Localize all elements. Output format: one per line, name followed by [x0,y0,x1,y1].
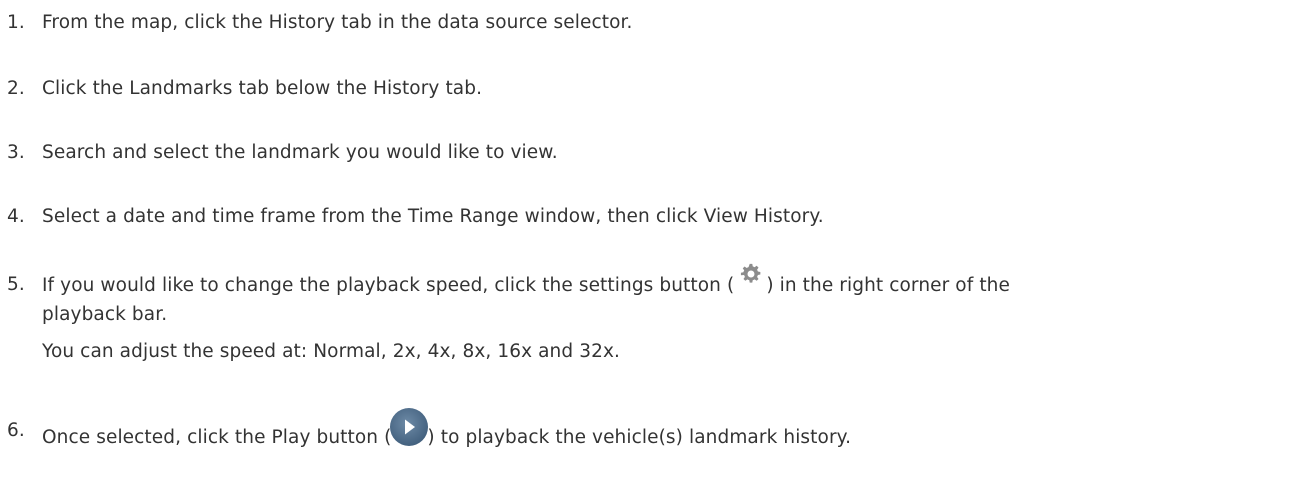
step-number: 4. [7,206,25,227]
play-button-icon [389,407,429,447]
step-text-after-icon: ) in the right corner of the [766,275,1010,296]
step-number: 2. [7,78,25,99]
step-number: 5. [7,274,25,295]
step-text-before-icon: If you would like to change the playback… [42,275,735,296]
step-text: Click the Landmarks tab below the Histor… [42,78,483,99]
step-text: From the map, click the History tab in t… [42,12,633,33]
step-text-line-2: playback bar. [42,304,168,325]
step-text-line-1: If you would like to change the playback… [42,263,1010,301]
step-text: Select a date and time frame from the Ti… [42,206,824,227]
step-text-line-3: You can adjust the speed at: Normal, 2x,… [42,341,620,362]
step-text: Once selected, click the Play button ( ) … [42,408,852,456]
gear-icon [740,263,762,285]
step-5: 5. If you would like to change the playb… [0,263,1312,362]
step-number: 3. [7,142,25,163]
step-text: Search and select the landmark you would… [42,142,558,163]
step-text-before-icon: Once selected, click the Play button ( [42,427,392,448]
step-number: 1. [7,12,25,33]
step-text-after-icon: ) to playback the vehicle(s) landmark hi… [427,427,852,448]
step-number: 6. [7,420,25,441]
